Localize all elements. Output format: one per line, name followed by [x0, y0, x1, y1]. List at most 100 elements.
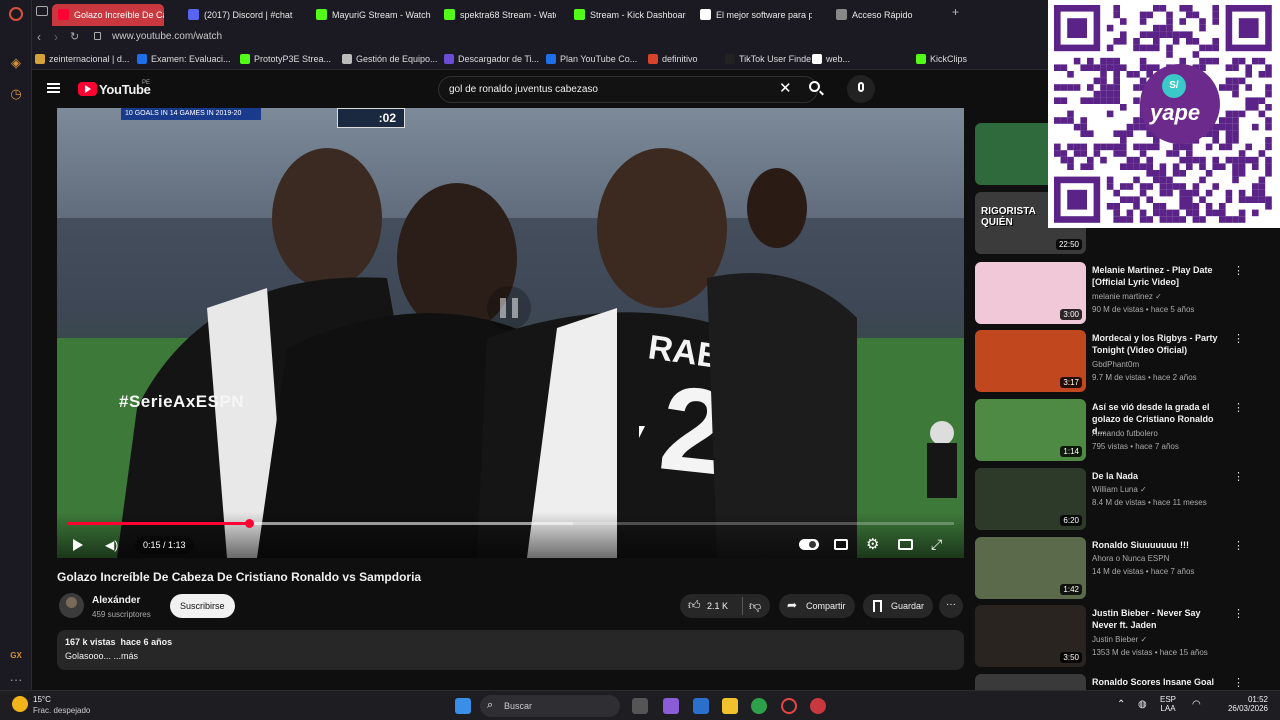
history-icon[interactable]: ◷ — [8, 86, 24, 102]
theater-mode-icon[interactable] — [898, 539, 913, 550]
recommendation-channel[interactable]: William Luna ✓ — [1092, 485, 1147, 494]
clock[interactable]: 01:52 26/03/2026 — [1220, 695, 1268, 713]
video-player[interactable]: RABIOT 25 10 GOALS IN 14 GAMES IN 2019-2… — [57, 108, 964, 558]
tab[interactable]: Stream - Kick Dashboard — [568, 4, 686, 26]
recommendation-thumbnail[interactable]: 3:17 — [975, 330, 1086, 392]
search-icon[interactable] — [809, 81, 824, 96]
gx-icon[interactable]: GX — [8, 648, 24, 664]
tray-network-icon[interactable]: ◍ — [1138, 699, 1147, 710]
file-explorer-icon[interactable] — [722, 698, 738, 714]
tab-manager-icon[interactable] — [36, 6, 48, 16]
bookmark-item[interactable]: definitivo — [648, 52, 698, 66]
play-icon[interactable] — [73, 539, 83, 551]
recommendation-channel[interactable]: Armando futbolero — [1092, 429, 1158, 438]
autoplay-toggle[interactable] — [799, 539, 819, 550]
chrome-icon[interactable] — [751, 698, 767, 714]
recommendation-item[interactable]: 1:42 Ronaldo Siuuuuuuu !!! Ahora o Nunca E… — [975, 537, 1280, 601]
store-icon[interactable] — [693, 698, 709, 714]
recommendation-channel[interactable]: GbdPhant0m — [1092, 360, 1139, 369]
like-count[interactable]: 2.1 K — [707, 601, 728, 611]
recommendation-item[interactable]: 3:17 Mordecai y los Rigbys - Party Tonigh… — [975, 330, 1280, 394]
search-input[interactable]: gol de ronaldo juventus cabezaso — [438, 76, 818, 103]
task-view-icon[interactable] — [632, 698, 648, 714]
recommendation-menu-icon[interactable]: ⋮ — [1233, 264, 1244, 277]
more-icon[interactable]: ··· — [8, 672, 24, 688]
recommendation-menu-icon[interactable]: ⋮ — [1233, 401, 1244, 414]
youtube-logo-icon[interactable] — [78, 82, 97, 96]
copilot-icon[interactable] — [663, 698, 679, 714]
tab[interactable]: El mejor software para po — [694, 4, 812, 26]
bookmark-item[interactable]: Gestión de Equipo... — [342, 52, 438, 66]
opera-taskbar-icon[interactable] — [781, 698, 797, 714]
windows-start-icon[interactable] — [455, 698, 471, 714]
channel-name[interactable]: Alexánder — [92, 595, 140, 606]
url-text[interactable]: www.youtube.com/watch — [112, 31, 222, 42]
channel-avatar[interactable] — [59, 593, 84, 618]
bookmark-item[interactable]: Examen: Evaluaci... — [137, 52, 231, 66]
weather-desc[interactable]: Frac. despejado — [33, 706, 90, 715]
bookmark-item[interactable]: Descargador de Ti... — [444, 52, 539, 66]
subscribe-button[interactable]: Suscribirse — [170, 594, 235, 618]
mic-icon[interactable] — [847, 75, 875, 103]
recommendation-title[interactable]: Ronaldo Siuuuuuuu !!! — [1092, 539, 1222, 551]
recommendation-menu-icon[interactable]: ⋮ — [1233, 607, 1244, 620]
tray-expand-icon[interactable]: ⌃ — [1117, 699, 1125, 710]
recommendation-menu-icon[interactable]: ⋮ — [1233, 470, 1244, 483]
recommendation-item[interactable]: 3:50 Justin Bieber - Never Say Never ft. … — [975, 605, 1280, 669]
recommendation-menu-icon[interactable]: ⋮ — [1233, 332, 1244, 345]
recommendation-title[interactable]: Ronaldo Scores Insane Goal — [1092, 676, 1222, 688]
workspace-icon[interactable]: ◈ — [8, 55, 24, 71]
volume-icon[interactable]: ◀) — [105, 539, 118, 551]
recommendation-item[interactable]: 6:20 De la Nada William Luna ✓ 8.4 M de vis… — [975, 468, 1280, 532]
back-icon[interactable]: ‹ — [37, 30, 41, 44]
new-tab-icon[interactable]: + — [952, 5, 959, 19]
scrubber-handle[interactable] — [244, 519, 254, 528]
opera-logo-icon[interactable] — [9, 7, 23, 21]
bookmark-item[interactable]: Plan YouTube Co... — [546, 52, 637, 66]
share-button[interactable]: ➦ Compartir — [779, 594, 855, 618]
tab[interactable]: (2017) Discord | #chat — [182, 4, 306, 26]
tab[interactable]: Golazo Increíble De Ca — [52, 4, 164, 26]
bookmark-item[interactable]: web... — [812, 52, 850, 66]
bookmark-item[interactable]: zeinternacional | d... — [35, 52, 129, 66]
recommendation-thumbnail[interactable]: 1:42 — [975, 537, 1086, 599]
language-indicator[interactable]: ESP LAA — [1160, 695, 1176, 713]
recommendation-channel[interactable]: melanie martinez ✓ — [1092, 292, 1162, 301]
subtitles-icon[interactable] — [834, 539, 848, 550]
recommendation-item[interactable]: 3:00 Melanie Martinez - Play Date [Offici… — [975, 262, 1280, 326]
app-taskbar-icon[interactable] — [810, 698, 826, 714]
save-button[interactable]: Guardar — [863, 594, 933, 618]
recommendation-item[interactable]: 1:14 Así se vió desde la grada el golazo … — [975, 399, 1280, 463]
taskbar-search[interactable]: ⌕ Buscar — [480, 695, 620, 717]
recommendation-thumbnail[interactable]: 3:00 — [975, 262, 1086, 324]
recommendation-title[interactable]: Mordecai y los Rigbys - Party Tonight (V… — [1092, 332, 1222, 356]
recommendation-thumbnail[interactable]: 3:50 — [975, 605, 1086, 667]
temperature[interactable]: 15°C — [33, 695, 51, 704]
thumbs-down-icon[interactable]: 👎︎ — [749, 599, 761, 614]
pause-overlay-icon[interactable] — [487, 286, 531, 330]
weather-icon[interactable] — [12, 696, 28, 712]
description-box[interactable]: 167 k vistas hace 6 años Golasooo... ...… — [57, 630, 964, 670]
tab[interactable]: spektra68 Stream - Watch — [438, 4, 556, 26]
recommendation-channel[interactable]: Ahora o Nunca ESPN — [1092, 554, 1169, 563]
tab[interactable]: MayuriG Stream - Watch L — [310, 4, 432, 26]
fullscreen-icon[interactable]: ⤢ — [931, 536, 942, 553]
forward-icon[interactable]: › — [54, 30, 58, 44]
bookmark-item[interactable]: TikTok User Finde... — [725, 52, 819, 66]
bookmark-item[interactable]: PrototyP3E Strea... — [240, 52, 331, 66]
recommendation-thumbnail[interactable]: 1:14 — [975, 399, 1086, 461]
recommendation-channel[interactable]: Justin Bieber ✓ — [1092, 635, 1147, 644]
reload-icon[interactable]: ↻ — [70, 30, 79, 43]
recommendation-menu-icon[interactable]: ⋮ — [1233, 676, 1244, 689]
recommendation-title[interactable]: De la Nada — [1092, 470, 1222, 482]
recommendation-title[interactable]: Justin Bieber - Never Say Never ft. Jade… — [1092, 607, 1222, 631]
tab[interactable]: Acceso Rápido — [830, 4, 914, 26]
progress-bar[interactable] — [67, 519, 954, 528]
more-actions-icon[interactable]: ··· — [939, 594, 963, 618]
recommendation-menu-icon[interactable]: ⋮ — [1233, 539, 1244, 552]
recommendation-thumbnail[interactable]: 6:20 — [975, 468, 1086, 530]
recommendation-title[interactable]: Melanie Martinez - Play Date [Official L… — [1092, 264, 1222, 288]
menu-icon[interactable] — [47, 83, 60, 93]
bookmark-item[interactable]: KickClips — [916, 52, 967, 66]
settings-gear-icon[interactable]: ⚙ — [866, 537, 879, 552]
